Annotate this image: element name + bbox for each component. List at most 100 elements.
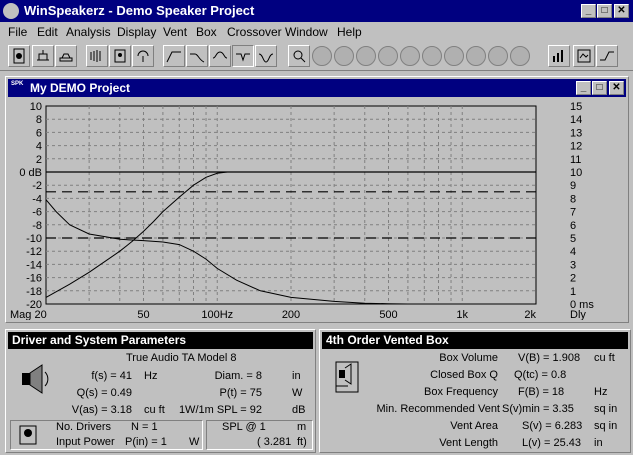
vent-length-unit: in — [594, 437, 603, 449]
y-tick-right: 10 — [570, 167, 582, 179]
slot-8-button[interactable] — [466, 46, 486, 66]
highpass-icon — [166, 51, 181, 63]
close-button[interactable]: ✕ — [614, 4, 629, 18]
y-tick-right: 2 — [570, 273, 576, 285]
spl-distance-value[interactable]: SPL @ 1 — [222, 421, 266, 433]
maximize-button[interactable]: □ — [597, 4, 612, 18]
bar-graph-button[interactable] — [548, 45, 570, 67]
slot-6-button[interactable] — [422, 46, 442, 66]
notch-icon — [236, 53, 250, 62]
network-button[interactable] — [32, 45, 54, 67]
graph-window-title-bar: SPK My DEMO Project _ □ ✕ — [8, 79, 626, 97]
box-icon — [114, 49, 126, 63]
y-tick-right: 12 — [570, 141, 582, 153]
menu-help[interactable]: Help — [337, 25, 362, 39]
x-tick: 100Hz — [201, 309, 233, 320]
minimize-button[interactable]: _ — [581, 4, 596, 18]
driver-panel-title: Driver and System Parameters — [8, 332, 313, 349]
driver-model[interactable]: True Audio TA Model 8 — [126, 352, 236, 364]
box-frequency-unit: Hz — [594, 386, 608, 398]
vent-length-label: Vent Length — [439, 437, 498, 449]
menu-crossover[interactable]: Crossover — [227, 25, 282, 39]
slot-7-button[interactable] — [444, 46, 464, 66]
graph-minimize-button[interactable]: _ — [576, 81, 591, 95]
menu-window[interactable]: Window — [285, 25, 328, 39]
graph-maximize-button[interactable]: □ — [592, 81, 607, 95]
spl-distance-unit: m — [297, 421, 307, 433]
menu-edit[interactable]: Edit — [37, 25, 58, 39]
bandstop-button[interactable] — [255, 45, 277, 67]
slot-2-button[interactable] — [334, 46, 354, 66]
slot-10-button[interactable] — [510, 46, 530, 66]
scope-button[interactable] — [573, 45, 595, 67]
speaker-driver-button[interactable] — [8, 45, 30, 67]
closed-box-q-value[interactable]: Q(tc) = 0.8 — [514, 369, 566, 381]
slot-1-button[interactable] — [312, 46, 332, 66]
box-speaker-icon[interactable] — [19, 425, 37, 445]
box-volume-value[interactable]: V(B) = 1.908 — [518, 352, 580, 364]
diameter-unit: in — [292, 370, 301, 382]
menu-file[interactable]: File — [8, 25, 27, 39]
input-power-label: Input Power — [56, 436, 115, 448]
lowpass-button[interactable] — [186, 45, 208, 67]
diameter-value[interactable]: Diam. = 8 — [186, 370, 262, 382]
speaker-driver-icon[interactable] — [20, 364, 50, 394]
step-icon — [600, 51, 614, 61]
drivers-value[interactable]: N = 1 — [131, 421, 158, 433]
input-power-unit: W — [189, 436, 200, 448]
vent-length-value[interactable]: L(v) = 25.43 — [522, 437, 581, 449]
qs-value[interactable]: Q(s) = 0.49 — [56, 387, 132, 399]
probe-icon — [137, 50, 149, 62]
probe-button[interactable] — [132, 45, 154, 67]
menu-display[interactable]: Display — [117, 25, 156, 39]
slot-4-button[interactable] — [378, 46, 398, 66]
slot-3-button[interactable] — [356, 46, 376, 66]
box-button[interactable] — [109, 45, 131, 67]
y-tick-right: 5 — [570, 233, 576, 245]
notch-button[interactable] — [232, 45, 254, 67]
right-axis-label: Dly — [570, 309, 586, 320]
toolbar — [0, 41, 633, 71]
y-tick-left: -18 — [26, 286, 42, 298]
car-button[interactable] — [55, 45, 77, 67]
vas-unit: cu ft — [144, 404, 165, 416]
min-vent-unit: sq in — [594, 403, 618, 415]
graph-close-button[interactable]: ✕ — [609, 81, 624, 95]
vent-area-value[interactable]: S(v) = 6.283 — [522, 420, 582, 432]
input-power-value[interactable]: P(in) = 1 — [125, 436, 167, 448]
fs-value[interactable]: f(s) = 41 — [56, 370, 132, 382]
x-tick: 500 — [379, 309, 397, 320]
menu-analysis[interactable]: Analysis — [66, 25, 111, 39]
bandpass-button[interactable] — [209, 45, 231, 67]
app-title: WinSpeakerz - Demo Speaker Project — [24, 3, 255, 18]
y-tick-right: 6 — [570, 220, 576, 232]
slot-5-button[interactable] — [400, 46, 420, 66]
menu-vent[interactable]: Vent — [163, 25, 187, 39]
y-tick-left: 4 — [36, 141, 42, 153]
driver-parameters-panel: Driver and System Parameters True Audio … — [5, 329, 316, 453]
magnifier-button[interactable] — [288, 45, 310, 67]
app-icon[interactable] — [3, 3, 19, 19]
spk-document-icon[interactable]: SPK — [11, 81, 25, 95]
vas-value[interactable]: V(as) = 3.18 — [46, 404, 132, 416]
slot-9-button[interactable] — [488, 46, 508, 66]
step-button[interactable] — [596, 45, 618, 67]
min-vent-value[interactable]: S(v)min = 3.35 — [502, 403, 574, 415]
graph-window: SPK My DEMO Project _ □ ✕ 10 15 8 14 6 13 4 12 2… — [5, 76, 629, 323]
multi-driver-button[interactable] — [86, 45, 108, 67]
speaker-icon — [13, 48, 25, 64]
power-rating-value[interactable]: P(t) = 75 — [186, 387, 263, 399]
vented-box-icon[interactable] — [334, 360, 360, 394]
vent-area-unit: sq in — [594, 420, 618, 432]
y-tick-right: 4 — [570, 246, 576, 258]
sensitivity-value[interactable]: 1W/1m SPL = 92 — [166, 404, 262, 416]
highpass-button[interactable] — [163, 45, 185, 67]
y-tick-left: 2 — [36, 154, 42, 166]
x-tick: 50 — [137, 309, 149, 320]
frequency-response-plot[interactable]: 10 15 8 14 6 13 4 12 2 11 0 dB 10 -2 9 -4 8 -6 7 -8 6 -10 5 -1… — [8, 98, 626, 321]
box-frequency-value[interactable]: F(B) = 18 — [518, 386, 564, 398]
y-tick-left: -14 — [26, 259, 42, 271]
menu-box[interactable]: Box — [196, 25, 217, 39]
y-tick-left: -10 — [26, 233, 42, 245]
network-icon — [37, 50, 49, 61]
